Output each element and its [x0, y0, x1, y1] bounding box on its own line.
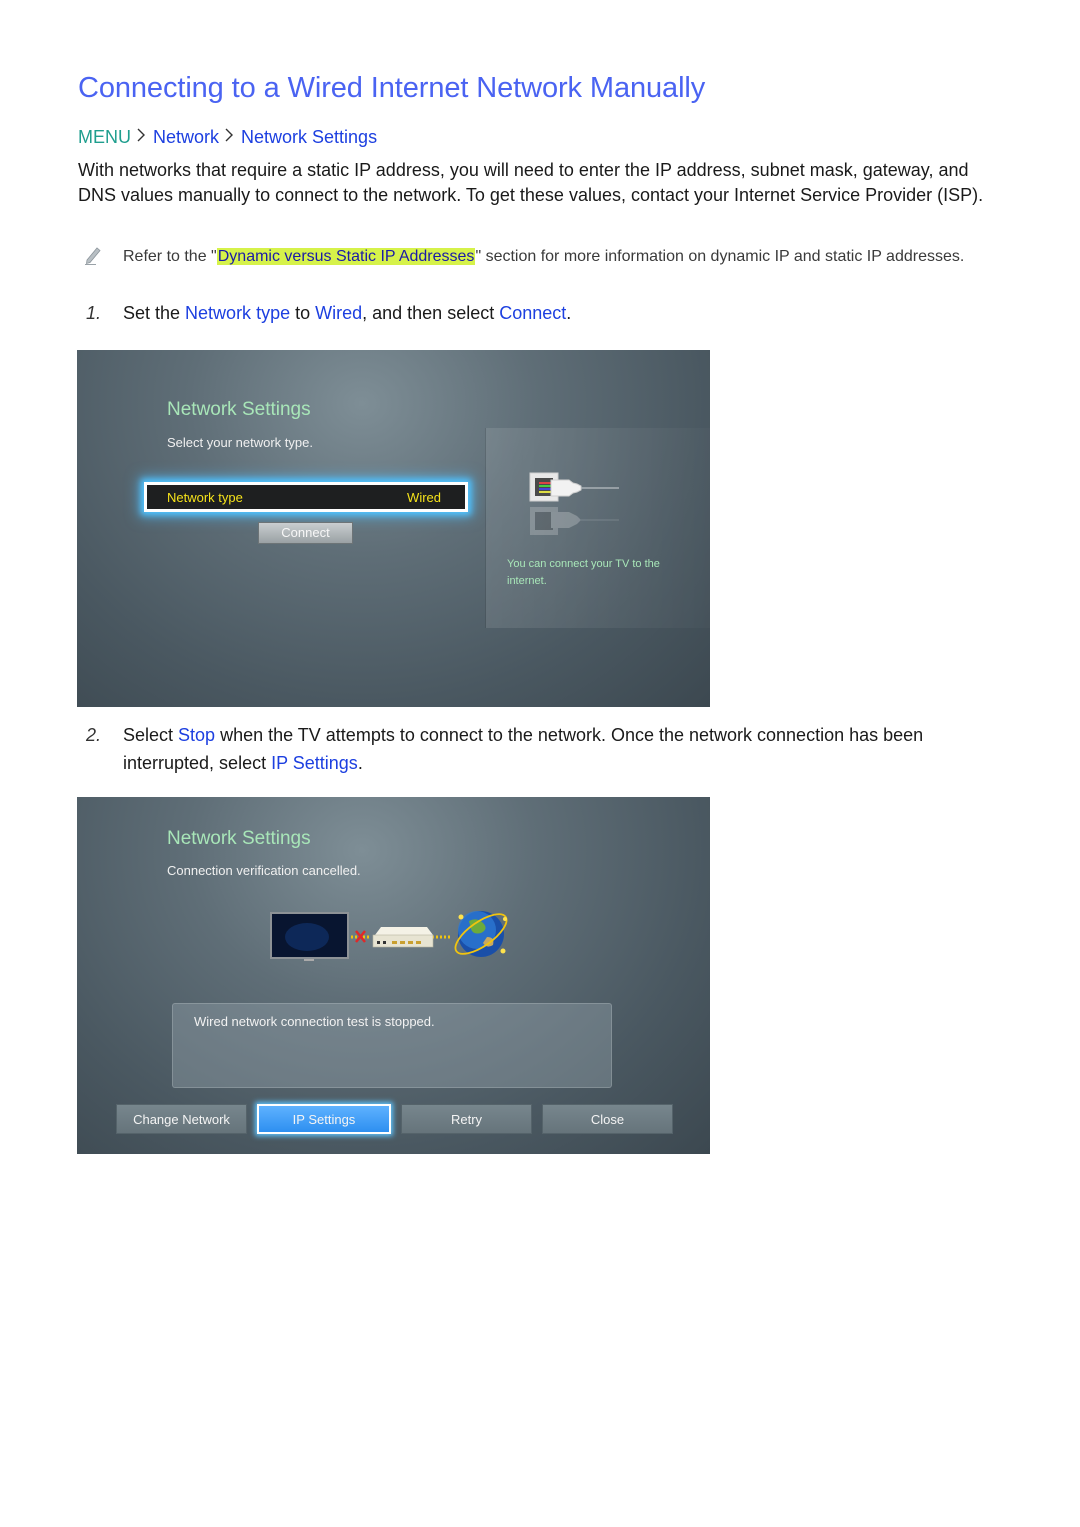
retry-button[interactable]: Retry — [401, 1104, 532, 1134]
side-help-text: You can connect your TV to the internet. — [507, 558, 660, 587]
chevron-right-icon — [225, 128, 235, 147]
breadcrumb-network[interactable]: Network — [153, 127, 219, 148]
step-2: 2. Select Stop when the TV attempts to c… — [78, 721, 1008, 777]
tv-screenshot-network-type: Network Settings Select your network typ… — [77, 350, 710, 707]
chevron-right-icon — [137, 128, 147, 147]
step-text: to — [290, 303, 316, 323]
status-message-box: Wired network connection test is stopped… — [172, 1003, 612, 1088]
network-type-row[interactable]: Network type Wired — [144, 482, 468, 512]
step-text: Set the — [123, 303, 186, 323]
step-text: . — [357, 753, 363, 773]
keyword-connect: Connect — [499, 303, 567, 323]
change-network-button[interactable]: Change Network — [116, 1104, 247, 1134]
tv-screen-title: Network Settings — [167, 828, 311, 849]
dynamic-vs-static-link[interactable]: Dynamic versus Static IP Addresses — [216, 248, 476, 265]
ip-settings-button[interactable]: IP Settings — [257, 1104, 391, 1134]
router-icon — [372, 927, 434, 948]
pencil-icon — [84, 245, 104, 265]
tv-screen-subtitle: Connection verification cancelled. — [167, 863, 361, 878]
breadcrumb-network-settings[interactable]: Network Settings — [241, 127, 377, 148]
connect-button[interactable]: Connect — [258, 522, 353, 544]
step-1: 1. Set the Network type to Wired, and th… — [78, 299, 1008, 327]
tv-screen-title: Network Settings — [167, 399, 311, 420]
keyword-stop: Stop — [178, 725, 216, 745]
keyword-ip-settings: IP Settings — [271, 753, 358, 773]
note-text-after: " section for more information on dynami… — [475, 248, 965, 265]
ethernet-plug-icon — [529, 470, 624, 560]
breadcrumb: MENU Network Network Settings — [78, 127, 377, 148]
step-number: 2. — [86, 725, 102, 745]
step-text: when the TV attempts to connect to the n… — [123, 725, 924, 773]
globe-icon — [454, 911, 508, 957]
step-text: . — [566, 303, 572, 323]
keyword-network-type: Network type — [185, 303, 291, 323]
breadcrumb-menu: MENU — [78, 127, 131, 147]
close-button[interactable]: Close — [542, 1104, 673, 1134]
status-message: Wired network connection test is stopped… — [194, 1014, 435, 1029]
note-text-before: Refer to the " — [123, 248, 217, 265]
connection-diagram — [267, 907, 517, 977]
note: Refer to the "Dynamic versus Static IP A… — [78, 245, 1008, 268]
step-number: 1. — [86, 303, 102, 323]
tv-icon — [270, 912, 349, 961]
intro-paragraph: With networks that require a static IP a… — [78, 160, 984, 205]
step-text: , and then select — [362, 303, 500, 323]
tv-screen-subtitle: Select your network type. — [167, 435, 313, 450]
page-title: Connecting to a Wired Internet Network M… — [78, 72, 706, 104]
network-type-value: Wired — [407, 489, 441, 505]
network-type-label: Network type — [167, 489, 243, 505]
step-text: Select — [123, 725, 179, 745]
tv-screenshot-connection-cancelled: Network Settings Connection verification… — [77, 797, 710, 1154]
dialog-buttons: Change Network IP Settings Retry Close — [116, 1104, 673, 1134]
keyword-wired: Wired — [315, 303, 363, 323]
